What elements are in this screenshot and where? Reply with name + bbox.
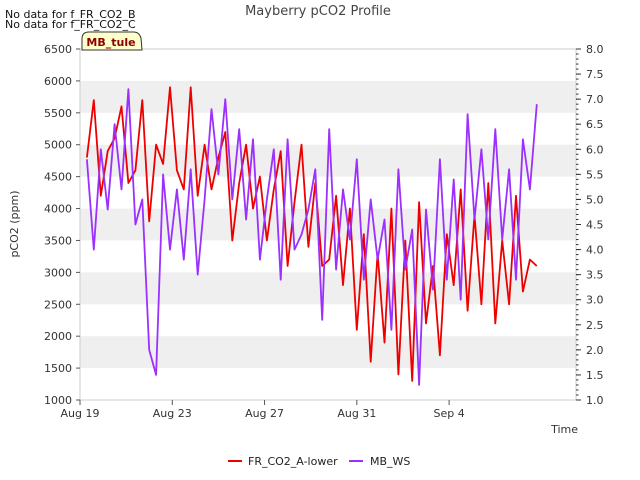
y2-tick-label: 1.0 [586,394,604,407]
y2-tick-label: 1.5 [586,369,604,382]
y-tick-label: 6500 [44,43,72,56]
y-tick-label: 5500 [44,107,72,120]
y2-tick-label: 5.0 [586,193,604,206]
x-tick-label: Aug 23 [153,407,192,420]
site-badge: MB_tule [81,31,143,51]
y-tick-label: 2500 [44,298,72,311]
chart-root: No data for f_FR_CO2_B No data for f_FR_… [0,0,640,480]
y2-tick-label: 6.0 [586,143,604,156]
legend-label-mb-ws: MB_WS [370,455,410,468]
y-tick-label: 1500 [44,362,72,375]
y-tick-label: 4000 [44,203,72,216]
x-axis-label: Time [550,423,578,436]
y-tick-label: 5000 [44,139,72,152]
x-axis-ticks: Aug 19 Aug 23 Aug 27 Aug 31 Sep 4 [61,400,465,420]
legend-label-fr-co2: FR_CO2_A-lower [248,455,338,468]
y2-tick-label: 2.5 [586,319,604,332]
y-tick-label: 1000 [44,394,72,407]
y2-tick-label: 4.0 [586,244,604,257]
y2-tick-label: 7.0 [586,93,604,106]
y2-tick-label: 6.5 [586,118,604,131]
y-tick-label: 2000 [44,330,72,343]
y-axis-ticks: 1000 1500 2000 2500 3000 3500 4000 4500 5000 5500… [44,43,80,407]
y2-axis-ticks: 1.0 1.5 2.0 2.5 3.0 3.5 4.0 4.5 5.0 5.5 6.0 6.5 7.0 7… [576,43,604,407]
y-tick-label: 3500 [44,234,72,247]
site-badge-label: MB_tule [86,36,135,49]
y2-tick-label: 7.5 [586,68,604,81]
x-tick-label: Aug 27 [245,407,284,420]
x-tick-label: Aug 19 [61,407,100,420]
y2-tick-label: 4.5 [586,219,604,232]
y-tick-label: 4500 [44,171,72,184]
x-tick-label: Aug 31 [337,407,376,420]
y-tick-label: 6000 [44,75,72,88]
note-line-2: No data for f_FR_CO2_C [5,18,136,31]
y2-tick-label: 8.0 [586,43,604,56]
y2-tick-label: 3.0 [586,294,604,307]
chart-title: Mayberry pCO2 Profile [245,4,391,19]
y2-tick-label: 5.5 [586,168,604,181]
grid-band [80,272,576,305]
y2-tick-label: 2.0 [586,344,604,357]
y-axis-label: pCO2 (ppm) [8,190,21,257]
y2-tick-label: 3.5 [586,269,604,282]
grid-band [80,80,576,113]
x-tick-label: Sep 4 [433,407,464,420]
chart-svg: No data for f_FR_CO2_B No data for f_FR_… [5,4,604,468]
grid-band [80,336,576,369]
legend: FR_CO2_A-lower MB_WS [228,455,410,468]
y-tick-label: 3000 [44,266,72,279]
